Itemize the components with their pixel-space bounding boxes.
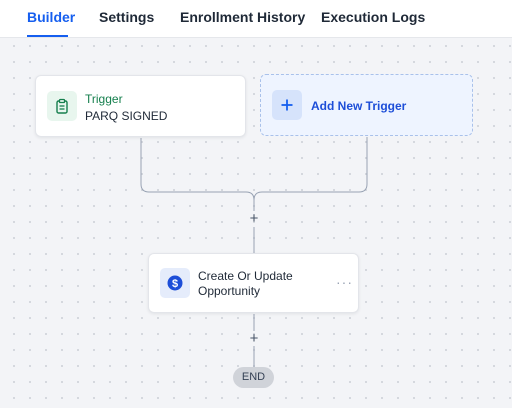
action-label: Create Or Update Opportunity	[198, 269, 293, 298]
clipboard-icon	[47, 91, 77, 121]
trigger-value: PARQ SIGNED	[85, 109, 168, 123]
end-node: END	[233, 367, 274, 388]
add-new-trigger-button[interactable]: Add New Trigger	[260, 74, 473, 136]
dollar-icon: $	[160, 268, 190, 298]
add-new-trigger-label: Add New Trigger	[311, 99, 407, 113]
action-card[interactable]: $ Create Or Update Opportunity ···	[148, 253, 359, 313]
plus-icon	[272, 90, 302, 120]
more-options-icon[interactable]: ···	[336, 274, 353, 290]
trigger-card[interactable]: Trigger PARQ SIGNED	[35, 75, 246, 137]
add-step-button-bottom[interactable]: +	[247, 331, 261, 346]
svg-text:$: $	[172, 278, 178, 290]
add-step-button[interactable]: +	[247, 211, 261, 226]
trigger-label: Trigger	[85, 92, 123, 106]
